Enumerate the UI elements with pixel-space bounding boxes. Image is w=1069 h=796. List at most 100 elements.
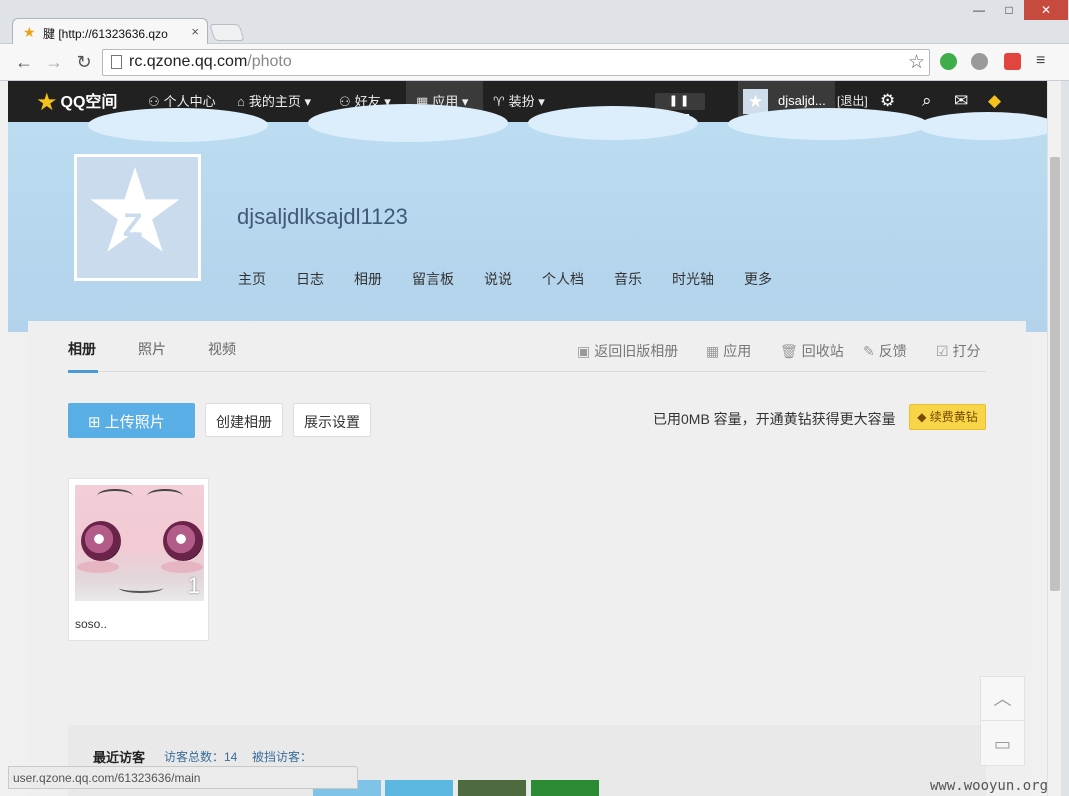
old-version-label: 返回旧版相册 (594, 343, 679, 359)
visitor-avatar[interactable] (531, 780, 599, 796)
upload-photos-button[interactable]: ⊞ 上传照片 (68, 403, 195, 438)
profile-nav-guestbook[interactable]: 留言板 (412, 269, 454, 289)
profile-nav-timeline[interactable]: 时光轴 (672, 269, 714, 289)
page-viewport: ★ QQ空间 ⚇ 个人中心 ⌂ 我的主页 ▾ ⚇ 好友 ▾ ▦ 应用 ▾ ♈ 装扮 ▾ ❚❚… (8, 81, 1047, 796)
profile-nav-more[interactable]: 更多 (744, 269, 772, 289)
tab-photos[interactable]: 照片 (138, 339, 166, 359)
profile-banner: ★ Z djsaljdlksajdl1123 主页 日志 相册 留言板 说说 个… (8, 104, 1047, 332)
qzone-star-icon: ★ (36, 89, 58, 116)
tab-albums[interactable]: 相册 (68, 339, 96, 359)
album-cover-image: 1 (75, 485, 204, 601)
back-arrow-icon[interactable]: ← (12, 50, 36, 74)
create-album-button[interactable]: 创建相册 (205, 403, 283, 437)
gray-extension-icon[interactable] (971, 53, 988, 70)
forward-arrow-icon[interactable]: → (42, 50, 66, 74)
diamond-icon: ◆ (917, 410, 927, 424)
album-card[interactable]: 1 soso.. (68, 478, 209, 641)
rate-link[interactable]: ☑ 打分 (936, 341, 981, 361)
cover-art (81, 521, 121, 561)
storage-quota-text: 已用0MB 容量，开通黄钻获得更大容量 (653, 411, 896, 427)
qzone-favicon-icon: ★ (23, 24, 36, 40)
cover-art (77, 561, 119, 573)
visitor-avatar[interactable] (458, 780, 526, 796)
mail-icon[interactable]: ✉ (954, 91, 968, 111)
profile-avatar[interactable]: ★ Z (74, 154, 201, 281)
new-tab-button[interactable] (209, 24, 245, 41)
tabs-divider (68, 371, 986, 372)
recent-visitors-title: 最近访客 (93, 750, 146, 765)
reload-icon[interactable]: ↻ (72, 50, 96, 74)
apps-link[interactable]: ▦ 应用 (706, 341, 751, 361)
profile-nav-blog[interactable]: 日志 (296, 269, 324, 289)
bookmark-star-icon[interactable]: ☆ (908, 51, 925, 74)
settings-gear-icon[interactable]: ⚙ (880, 91, 895, 111)
visitor-total[interactable]: 访客总数：14 (164, 748, 237, 765)
window-toggle-icon[interactable]: ▭ (981, 722, 1024, 766)
grid-icon: ▦ (706, 343, 720, 359)
tab-title: 腱 [http://61323636.qzo (43, 27, 168, 41)
cloud-decoration (918, 112, 1047, 140)
active-tab-indicator (68, 370, 98, 373)
search-icon[interactable]: ⌕ (922, 91, 932, 111)
browser-tabstrip: ★ 腱 [http://61323636.qzo × — □ ✕ (0, 0, 1069, 45)
profile-nav-albums[interactable]: 相册 (354, 269, 382, 289)
browser-toolbar: ← → ↻ rc.qzone.qq.com/photo ☆ ≡ (0, 44, 1069, 81)
yellow-diamond-icon[interactable]: ◆ (988, 91, 1001, 111)
cloud-decoration (728, 108, 928, 140)
cloud-decoration (308, 104, 508, 142)
tab-videos[interactable]: 视频 (208, 339, 236, 359)
watermark: www.wooyun.org (930, 778, 1049, 794)
cover-art (119, 583, 163, 593)
renew-yellow-diamond-button[interactable]: ◆ 续费黄钻 (909, 404, 986, 430)
dress-up-label: 装扮 (508, 94, 535, 109)
scrollbar-thumb[interactable] (1050, 157, 1060, 591)
feedback-label: 反馈 (878, 343, 907, 359)
trash-icon: 🗑 (780, 343, 798, 359)
floating-side-panel: ︿ ▭ (980, 676, 1025, 766)
address-bar[interactable]: rc.qzone.qq.com/photo ☆ (102, 49, 930, 76)
edit-icon: ✎ (863, 343, 875, 359)
cloud-decoration (528, 106, 698, 140)
album-name[interactable]: soso.. (75, 617, 107, 631)
album-photo-count: 1 (187, 573, 200, 598)
upload-image-icon: ⊞ (88, 414, 101, 431)
green-extension-icon[interactable] (940, 53, 957, 70)
upload-label: 上传照片 (104, 414, 165, 431)
renew-label: 续费黄钻 (929, 410, 978, 424)
profile-avatar-image: ★ Z (77, 157, 198, 278)
window-minimize-button[interactable]: — (964, 0, 994, 20)
profile-nav-home[interactable]: 主页 (238, 269, 266, 289)
space-owner-name: djsaljdlksajdl1123 (237, 204, 408, 229)
cloud-decoration (88, 108, 268, 142)
browser-menu-icon[interactable]: ≡ (1036, 52, 1052, 70)
profile-nav-profile[interactable]: 个人档 (542, 269, 584, 289)
url-path: /photo (247, 53, 292, 70)
my-home-label: 我的主页 (248, 94, 301, 109)
old-version-link[interactable]: ▣ 返回旧版相册 (577, 341, 678, 361)
blocked-visitors[interactable]: 被挡访客： (252, 748, 312, 765)
url-host: rc.qzone.qq.com (129, 53, 248, 70)
window-maximize-button[interactable]: □ (994, 0, 1024, 20)
profile-nav-music[interactable]: 音乐 (614, 269, 642, 289)
window-close-button[interactable]: ✕ (1024, 0, 1068, 20)
music-player-controls[interactable]: ❚❚ ▮▮▮ (655, 93, 705, 124)
image-icon: ▣ (577, 343, 591, 359)
cover-art (161, 561, 203, 573)
avatar: ★ (743, 89, 768, 114)
photo-content-panel: 相册 照片 视频 ▣ 返回旧版相册 ▦ 应用 🗑 回收站 ✎ 反馈 ☑ 打分 ⊞ 上传照片… (28, 321, 1026, 796)
feedback-link[interactable]: ✎ 反馈 (863, 341, 907, 361)
red-extension-icon[interactable] (1004, 53, 1021, 70)
back-to-top-icon[interactable]: ︿ (981, 677, 1024, 721)
visitor-avatar[interactable] (385, 780, 453, 796)
qzone-logo-text: QQ空间 (60, 94, 118, 111)
cover-art (163, 521, 203, 561)
qzone-logo[interactable]: ★ QQ空间 (36, 88, 117, 117)
vertical-scrollbar[interactable] (1047, 81, 1061, 796)
tab-close-icon[interactable]: × (191, 24, 199, 39)
display-settings-button[interactable]: 展示设置 (293, 403, 371, 437)
profile-nav-shuoshuo[interactable]: 说说 (484, 269, 512, 289)
page-icon (111, 55, 122, 69)
recycle-bin-link[interactable]: 🗑 回收站 (780, 341, 844, 361)
browser-tab[interactable]: ★ 腱 [http://61323636.qzo × (12, 18, 208, 45)
window-border (1061, 81, 1069, 796)
